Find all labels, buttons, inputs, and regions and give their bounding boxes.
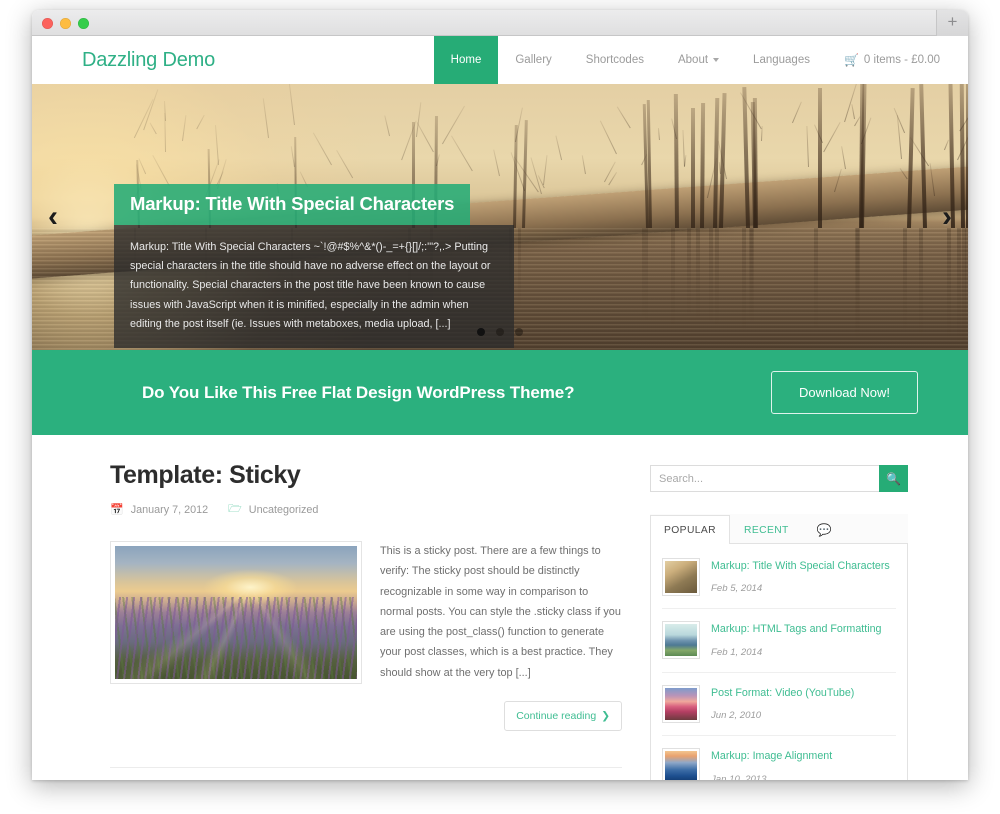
page-title: Template: Sticky — [110, 461, 622, 490]
list-item-date: Jan 10, 2013 — [711, 774, 766, 780]
widget-tab-list: POPULAR RECENT 💬 — [650, 514, 908, 544]
close-button[interactable] — [42, 18, 53, 29]
nav-item-gallery[interactable]: Gallery — [498, 36, 568, 84]
tab-popular[interactable]: POPULAR — [650, 515, 730, 544]
continue-reading-label: Continue reading — [516, 710, 596, 722]
slider-caption-title[interactable]: Markup: Title With Special Characters — [114, 184, 470, 225]
folder-icon: 🗁 — [228, 500, 242, 519]
slider-pagination — [32, 328, 968, 336]
cta-banner: Do You Like This Free Flat Design WordPr… — [32, 350, 968, 435]
tab-comments[interactable]: 💬 — [803, 515, 846, 544]
slider-next-arrow-icon[interactable]: › — [942, 202, 952, 232]
widget-post-list: Markup: Title With Special Characters Fe… — [650, 544, 908, 780]
list-item-text: Markup: HTML Tags and Formatting Feb 1, … — [711, 621, 881, 659]
list-item-text: Markup: Image Alignment Jan 10, 2013 — [711, 748, 832, 780]
post-thumbnail — [662, 558, 700, 596]
list-item-title[interactable]: Post Format: Video (YouTube) — [711, 686, 854, 700]
nav-label: About — [678, 54, 708, 66]
primary-navigation: Home Gallery Shortcodes About Languages … — [434, 36, 968, 84]
chevron-down-icon — [713, 58, 719, 62]
slider-prev-arrow-icon[interactable]: ‹ — [48, 202, 58, 232]
slider-dot-2[interactable] — [496, 328, 504, 336]
list-item-date: Jun 2, 2010 — [711, 710, 761, 721]
search-input[interactable] — [650, 465, 879, 492]
nav-label: Home — [451, 54, 482, 66]
post-meta: 📅 January 7, 2012 🗁 Uncategorized — [110, 500, 622, 519]
post-body: This is a sticky post. There are a few t… — [110, 541, 622, 731]
post-thumbnail — [662, 748, 700, 780]
nav-label: Gallery — [515, 54, 551, 66]
tabbed-posts-widget: POPULAR RECENT 💬 Markup: Title With Spec… — [650, 514, 908, 780]
shopping-cart-icon: 🛒 — [844, 53, 859, 67]
list-item[interactable]: Post Format: Video (YouTube) Jun 2, 2010 — [662, 673, 896, 736]
list-item-date: Feb 1, 2014 — [711, 647, 762, 658]
window-controls — [42, 18, 89, 29]
list-item-title[interactable]: Markup: Image Alignment — [711, 749, 832, 763]
sidebar: 🔍 POPULAR RECENT 💬 Ma — [650, 461, 908, 780]
browser-titlebar: + — [32, 10, 968, 36]
post-divider — [110, 767, 622, 768]
page-viewport: Dazzling Demo Home Gallery Shortcodes Ab… — [32, 36, 968, 780]
calendar-icon: 📅 — [110, 503, 124, 516]
tab-recent[interactable]: RECENT — [730, 515, 803, 544]
list-item-text: Post Format: Video (YouTube) Jun 2, 2010 — [711, 685, 854, 723]
list-item-date: Feb 5, 2014 — [711, 583, 762, 594]
list-item[interactable]: Markup: Title With Special Characters Fe… — [662, 546, 896, 609]
nav-label: Shortcodes — [586, 54, 644, 66]
nav-item-cart[interactable]: 🛒 0 items - £0.00 — [827, 36, 968, 84]
new-tab-button[interactable]: + — [936, 10, 968, 36]
download-now-button[interactable]: Download Now! — [771, 371, 918, 414]
nav-label: Languages — [753, 54, 810, 66]
cta-headline: Do You Like This Free Flat Design WordPr… — [142, 383, 574, 403]
cart-summary-label: 0 items - £0.00 — [864, 54, 940, 66]
list-item[interactable]: Markup: Image Alignment Jan 10, 2013 — [662, 736, 896, 780]
minimize-button[interactable] — [60, 18, 71, 29]
list-item-text: Markup: Title With Special Characters Fe… — [711, 558, 890, 596]
post-thumbnail — [662, 621, 700, 659]
chevron-right-icon: ❯ — [601, 710, 610, 722]
site-title[interactable]: Dazzling Demo — [82, 49, 215, 72]
nav-item-about[interactable]: About — [661, 36, 736, 84]
post-date[interactable]: January 7, 2012 — [131, 504, 208, 516]
list-item[interactable]: Markup: HTML Tags and Formatting Feb 1, … — [662, 609, 896, 672]
featured-image-photo — [115, 546, 357, 679]
nav-item-languages[interactable]: Languages — [736, 36, 827, 84]
slider-caption: Markup: Title With Special Characters Ma… — [114, 184, 514, 348]
search-widget: 🔍 — [650, 465, 908, 492]
featured-image[interactable] — [110, 541, 362, 684]
maximize-button[interactable] — [78, 18, 89, 29]
main-column: Template: Sticky 📅 January 7, 2012 🗁 Unc… — [110, 461, 622, 780]
hero-slider[interactable]: Markup: Title With Special Characters Ma… — [32, 84, 968, 350]
slider-dot-3[interactable] — [515, 328, 523, 336]
nav-item-shortcodes[interactable]: Shortcodes — [569, 36, 661, 84]
slider-dot-1[interactable] — [477, 328, 485, 336]
browser-window: + Dazzling Demo Home Gallery Shortcodes … — [32, 10, 968, 780]
post-category[interactable]: Uncategorized — [249, 504, 319, 516]
continue-reading-button[interactable]: Continue reading ❯ — [504, 701, 622, 731]
list-item-title[interactable]: Markup: HTML Tags and Formatting — [711, 622, 881, 636]
site-header: Dazzling Demo Home Gallery Shortcodes Ab… — [32, 36, 968, 84]
search-icon[interactable]: 🔍 — [879, 465, 908, 492]
post-excerpt-column: This is a sticky post. There are a few t… — [380, 541, 622, 731]
nav-item-home[interactable]: Home — [434, 36, 499, 84]
post-thumbnail — [662, 685, 700, 723]
post-excerpt: This is a sticky post. There are a few t… — [380, 541, 622, 683]
list-item-title[interactable]: Markup: Title With Special Characters — [711, 559, 890, 573]
content-area: Template: Sticky 📅 January 7, 2012 🗁 Unc… — [32, 435, 968, 780]
comments-icon: 💬 — [817, 523, 832, 537]
